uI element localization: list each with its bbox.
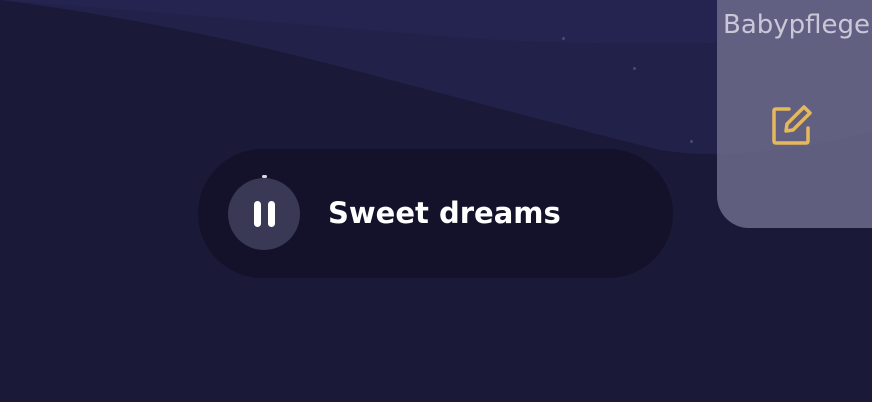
pause-icon-bar: [267, 201, 275, 227]
star-decoration: [633, 67, 636, 70]
category-panel: Babypflege: [717, 0, 872, 228]
now-playing-bar[interactable]: Sweet dreams: [198, 149, 673, 278]
sleep-sounds-screen: Sweet dreams Babypflege: [0, 0, 872, 402]
star-decoration: [562, 37, 565, 40]
pause-icon: [253, 201, 275, 227]
edit-icon[interactable]: [767, 102, 815, 150]
star-decoration: [690, 140, 693, 143]
track-title: Sweet dreams: [328, 196, 561, 230]
pause-button[interactable]: [228, 178, 300, 250]
pause-icon-bar: [253, 201, 261, 227]
category-label: Babypflege: [723, 10, 871, 40]
